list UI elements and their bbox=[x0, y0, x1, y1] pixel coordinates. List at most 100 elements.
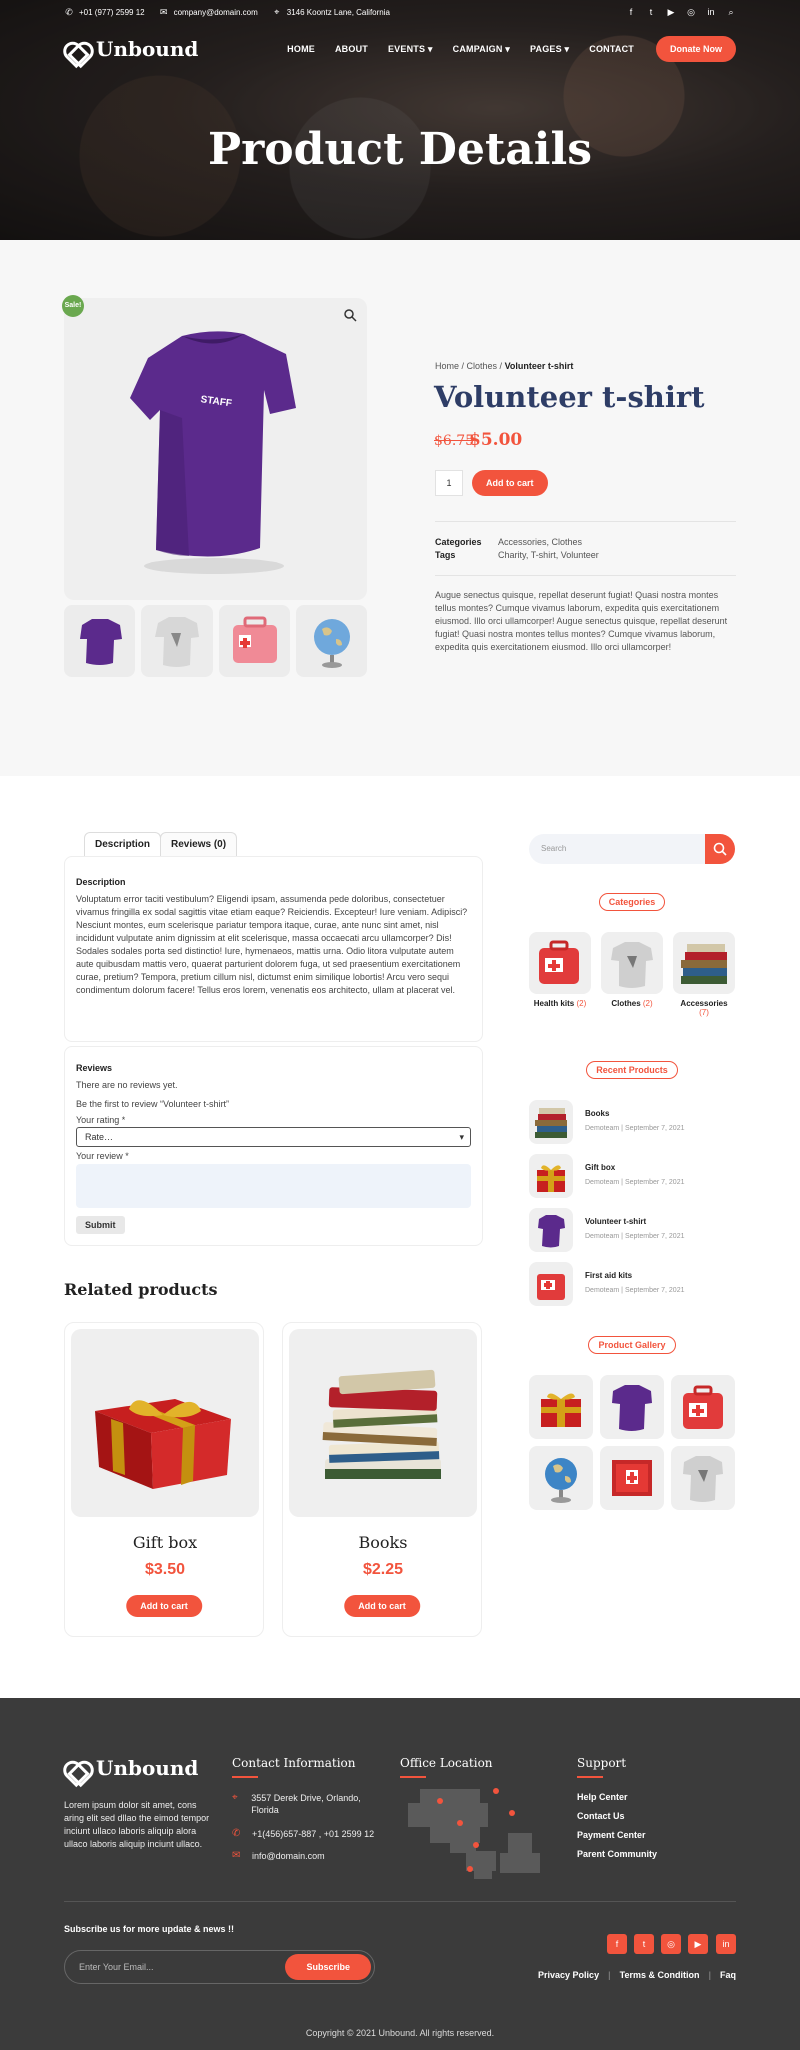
recent-product-name[interactable]: Books bbox=[585, 1109, 609, 1118]
review-label: Your review * bbox=[76, 1151, 129, 1161]
footer-phone-text[interactable]: +1(456)657-887 , +01 2599 12 bbox=[252, 1828, 374, 1840]
breadcrumb-clothes[interactable]: Clothes bbox=[467, 361, 498, 371]
gift-box-image[interactable] bbox=[71, 1329, 259, 1517]
related-product-card[interactable]: Gift box $3.50 Add to cart bbox=[64, 1322, 264, 1637]
product-main-image[interactable]: STAFF bbox=[64, 298, 367, 600]
books-image[interactable] bbox=[289, 1329, 477, 1517]
quantity-input[interactable]: 1 bbox=[435, 470, 463, 496]
gallery-image-globe[interactable] bbox=[529, 1446, 593, 1510]
tag-link-charity[interactable]: Charity bbox=[498, 550, 526, 560]
facebook-icon[interactable]: f bbox=[607, 1934, 627, 1954]
search-button[interactable] bbox=[705, 834, 735, 864]
submit-review-button[interactable]: Submit bbox=[76, 1216, 125, 1234]
thumbnail-globe[interactable] bbox=[295, 605, 367, 677]
subscribe-button[interactable]: Subscribe bbox=[285, 1954, 371, 1980]
nav-about[interactable]: ABOUT bbox=[335, 44, 368, 55]
donate-button[interactable]: Donate Now bbox=[655, 36, 736, 62]
accessories-image[interactable] bbox=[673, 932, 735, 994]
gallery-image-grey-tshirt[interactable] bbox=[671, 1446, 735, 1510]
nav-pages[interactable]: PAGES ▾ bbox=[530, 44, 569, 55]
tab-description[interactable]: Description bbox=[84, 832, 162, 856]
footer-logo[interactable]: Unbound bbox=[64, 1756, 198, 1780]
category-label[interactable]: Health kits bbox=[534, 999, 574, 1008]
instagram-icon[interactable]: ◎ bbox=[661, 1934, 681, 1954]
clothes-image[interactable] bbox=[601, 932, 663, 994]
instagram-icon[interactable]: ◎ bbox=[686, 7, 696, 17]
category-count: (2) bbox=[576, 999, 587, 1008]
topbar-email[interactable]: company@domain.com bbox=[174, 8, 258, 17]
health-kits-image[interactable] bbox=[529, 932, 591, 994]
thumbnail-first-aid-kit[interactable] bbox=[218, 605, 290, 677]
facebook-icon[interactable]: f bbox=[626, 7, 636, 17]
recent-product-item[interactable]: Volunteer t-shirt Demoteam | September 7… bbox=[529, 1208, 735, 1252]
recent-product-item[interactable]: Gift box Demoteam | September 7, 2021 bbox=[529, 1154, 735, 1198]
terms-link[interactable]: Terms & Condition bbox=[611, 1970, 709, 1980]
first-aid-kit-thumb[interactable] bbox=[529, 1262, 573, 1306]
linkedin-icon[interactable]: in bbox=[716, 1934, 736, 1954]
recent-product-name[interactable]: First aid kits bbox=[585, 1271, 632, 1280]
recent-product-item[interactable]: First aid kits Demoteam | September 7, 2… bbox=[529, 1262, 735, 1306]
gift-box-thumb[interactable] bbox=[529, 1154, 573, 1198]
support-link-payment-center[interactable]: Payment Center bbox=[577, 1830, 646, 1840]
topbar-phone[interactable]: +01 (977) 2599 12 bbox=[79, 8, 145, 17]
youtube-icon[interactable]: ▶ bbox=[666, 7, 676, 17]
thumbnail-grey-tshirt[interactable] bbox=[141, 605, 213, 677]
thumbnail-purple-tshirt[interactable] bbox=[64, 605, 136, 677]
rating-select-value: Rate… bbox=[85, 1132, 114, 1142]
support-link-parent-community[interactable]: Parent Community bbox=[577, 1849, 657, 1859]
recent-product-name[interactable]: Gift box bbox=[585, 1163, 615, 1172]
related-product-name[interactable]: Books bbox=[283, 1533, 483, 1552]
youtube-icon[interactable]: ▶ bbox=[688, 1934, 708, 1954]
category-item[interactable]: Accessories (7) bbox=[673, 932, 735, 1017]
support-link-contact-us[interactable]: Contact Us bbox=[577, 1811, 625, 1821]
world-map-image bbox=[408, 1788, 540, 1879]
category-item[interactable]: Health kits (2) bbox=[529, 932, 591, 1008]
twitter-icon[interactable]: t bbox=[634, 1934, 654, 1954]
nav-campaign[interactable]: CAMPAIGN ▾ bbox=[453, 44, 510, 55]
support-link-help-center[interactable]: Help Center bbox=[577, 1792, 628, 1802]
nav-events[interactable]: EVENTS ▾ bbox=[388, 44, 433, 55]
tag-link-volunteer[interactable]: Volunteer bbox=[561, 550, 599, 560]
review-textarea[interactable] bbox=[76, 1164, 471, 1208]
add-to-cart-button[interactable]: Add to cart bbox=[472, 470, 548, 496]
zoom-icon[interactable] bbox=[343, 308, 357, 322]
search-input[interactable]: Search bbox=[529, 834, 707, 864]
books-thumb[interactable] bbox=[529, 1100, 573, 1144]
privacy-policy-link[interactable]: Privacy Policy bbox=[529, 1970, 608, 1980]
gallery-image-red-cabinet[interactable] bbox=[600, 1446, 664, 1510]
related-product-card[interactable]: Books $2.25 Add to cart bbox=[282, 1322, 482, 1637]
logo[interactable]: Unbound bbox=[64, 37, 198, 61]
recent-product-item[interactable]: Books Demoteam | September 7, 2021 bbox=[529, 1100, 735, 1144]
footer-email-text[interactable]: info@domain.com bbox=[252, 1850, 325, 1862]
purple-tshirt-thumb[interactable] bbox=[529, 1208, 573, 1252]
gallery-image-purple-tshirt[interactable] bbox=[600, 1375, 664, 1439]
rating-select[interactable]: Rate… ▾ bbox=[76, 1127, 471, 1147]
related-product-name[interactable]: Gift box bbox=[65, 1533, 265, 1552]
subscribe-email-input[interactable]: Enter Your Email... bbox=[79, 1951, 154, 1983]
category-label[interactable]: Accessories bbox=[680, 999, 727, 1008]
tag-link-tshirt[interactable]: T-shirt bbox=[531, 550, 556, 560]
phone-icon: ✆ bbox=[232, 1828, 241, 1839]
related-product-price: $3.50 bbox=[144, 1561, 186, 1578]
search-icon[interactable]: ⌕ bbox=[726, 7, 736, 17]
category-label[interactable]: Clothes bbox=[611, 999, 640, 1008]
tab-reviews[interactable]: Reviews (0) bbox=[160, 832, 238, 856]
top-bar: ✆ +01 (977) 2599 12 ✉ company@domain.com ⌖… bbox=[64, 0, 736, 24]
nav-home[interactable]: HOME bbox=[287, 44, 315, 55]
footer-about-text: Lorem ipsum dolor sit amet, cons aring e… bbox=[64, 1800, 210, 1849]
gallery-image-gift-box[interactable] bbox=[529, 1375, 593, 1439]
gallery-image-first-aid-kit[interactable] bbox=[671, 1375, 735, 1439]
breadcrumb-home[interactable]: Home bbox=[435, 361, 459, 371]
add-to-cart-button[interactable]: Add to cart bbox=[344, 1595, 420, 1617]
linkedin-icon[interactable]: in bbox=[706, 7, 716, 17]
category-link-accessories[interactable]: Accessories bbox=[498, 537, 547, 547]
recent-product-name[interactable]: Volunteer t-shirt bbox=[585, 1217, 646, 1226]
category-item[interactable]: Clothes (2) bbox=[601, 932, 663, 1008]
add-to-cart-button[interactable]: Add to cart bbox=[126, 1595, 202, 1617]
nav-contact[interactable]: CONTACT bbox=[589, 44, 634, 55]
nav-campaign-label: CAMPAIGN bbox=[452, 43, 503, 54]
faq-link[interactable]: Faq bbox=[711, 1970, 736, 1980]
twitter-icon[interactable]: t bbox=[646, 7, 656, 17]
category-link-clothes[interactable]: Clothes bbox=[552, 537, 583, 547]
nav-events-label: EVENTS bbox=[387, 43, 426, 54]
